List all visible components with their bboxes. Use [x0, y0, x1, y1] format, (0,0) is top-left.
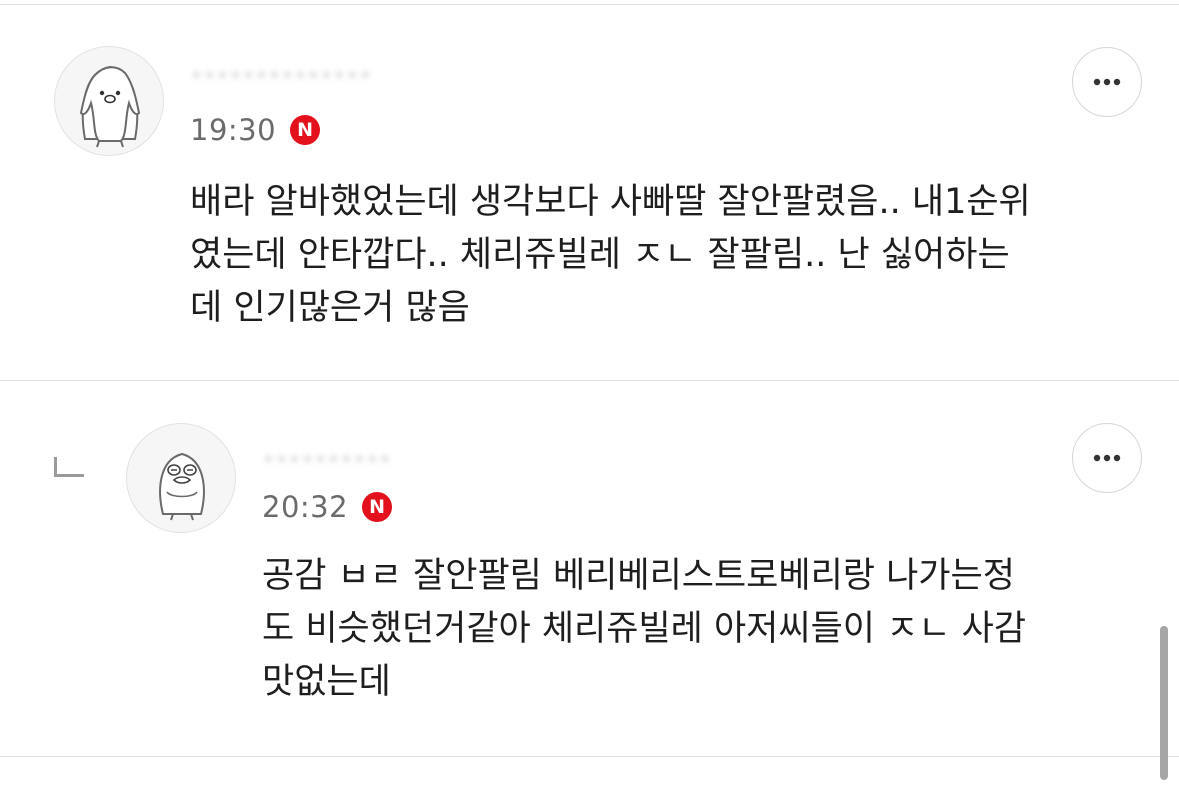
comment-text-line: 맛없는데 [262, 662, 391, 702]
comment-text: 배라 알바했었는데 생각보다 사빠딸 잘안팔렸음.. 내1순위 였는데 안타깝다… [190, 176, 1031, 335]
more-horizontal-icon [1093, 78, 1121, 86]
comment-item: •••••••••••••• 19:30 N 배라 알바했었는데 생각보다 사빠… [0, 0, 1179, 380]
avatar[interactable] [126, 423, 236, 533]
new-badge-icon: N [290, 115, 321, 145]
comment-time: 19:30 [190, 113, 277, 147]
more-options-button[interactable] [1072, 423, 1142, 493]
comment-meta: 20:32 N [262, 490, 393, 524]
nickname[interactable]: •••••••••• [262, 450, 392, 472]
new-badge-icon: N [362, 492, 393, 522]
more-horizontal-icon [1093, 454, 1121, 462]
reply-corner-icon [54, 457, 84, 477]
reply-comment-item: •••••••••• 20:32 N 공감 ㅂㄹ 잘안팔림 베리베리스트로베리랑… [0, 380, 1179, 756]
comment-text-line: 데 인기많은거 많음 [190, 288, 470, 328]
comment-text-line: 도 비슷했던거같아 체리쥬빌레 아저씨들이 ㅈㄴ 사감 [262, 609, 1027, 649]
comment-text: 공감 ㅂㄹ 잘안팔림 베리베리스트로베리랑 나가는정 도 비슷했던거같아 체리쥬… [262, 550, 1026, 709]
bottom-divider [0, 756, 1179, 757]
scrollbar[interactable] [1160, 626, 1168, 780]
more-options-button[interactable] [1072, 47, 1142, 117]
comment-text-line: 배라 알바했었는데 생각보다 사빠딸 잘안팔렸음.. 내1순위 [190, 182, 1031, 222]
avatar[interactable] [54, 46, 164, 156]
nickname[interactable]: •••••••••••••• [190, 66, 372, 88]
comment-meta: 19:30 N [190, 113, 321, 147]
comment-time: 20:32 [262, 490, 349, 524]
comment-text-line: 였는데 안타깝다.. 체리쥬빌레 ㅈㄴ 잘팔림.. 난 싫어하는 [190, 235, 1010, 275]
comment-text-line: 공감 ㅂㄹ 잘안팔림 베리베리스트로베리랑 나가는정 [262, 556, 1015, 596]
penguin-icon [79, 65, 141, 148]
duck-icon [159, 452, 205, 521]
